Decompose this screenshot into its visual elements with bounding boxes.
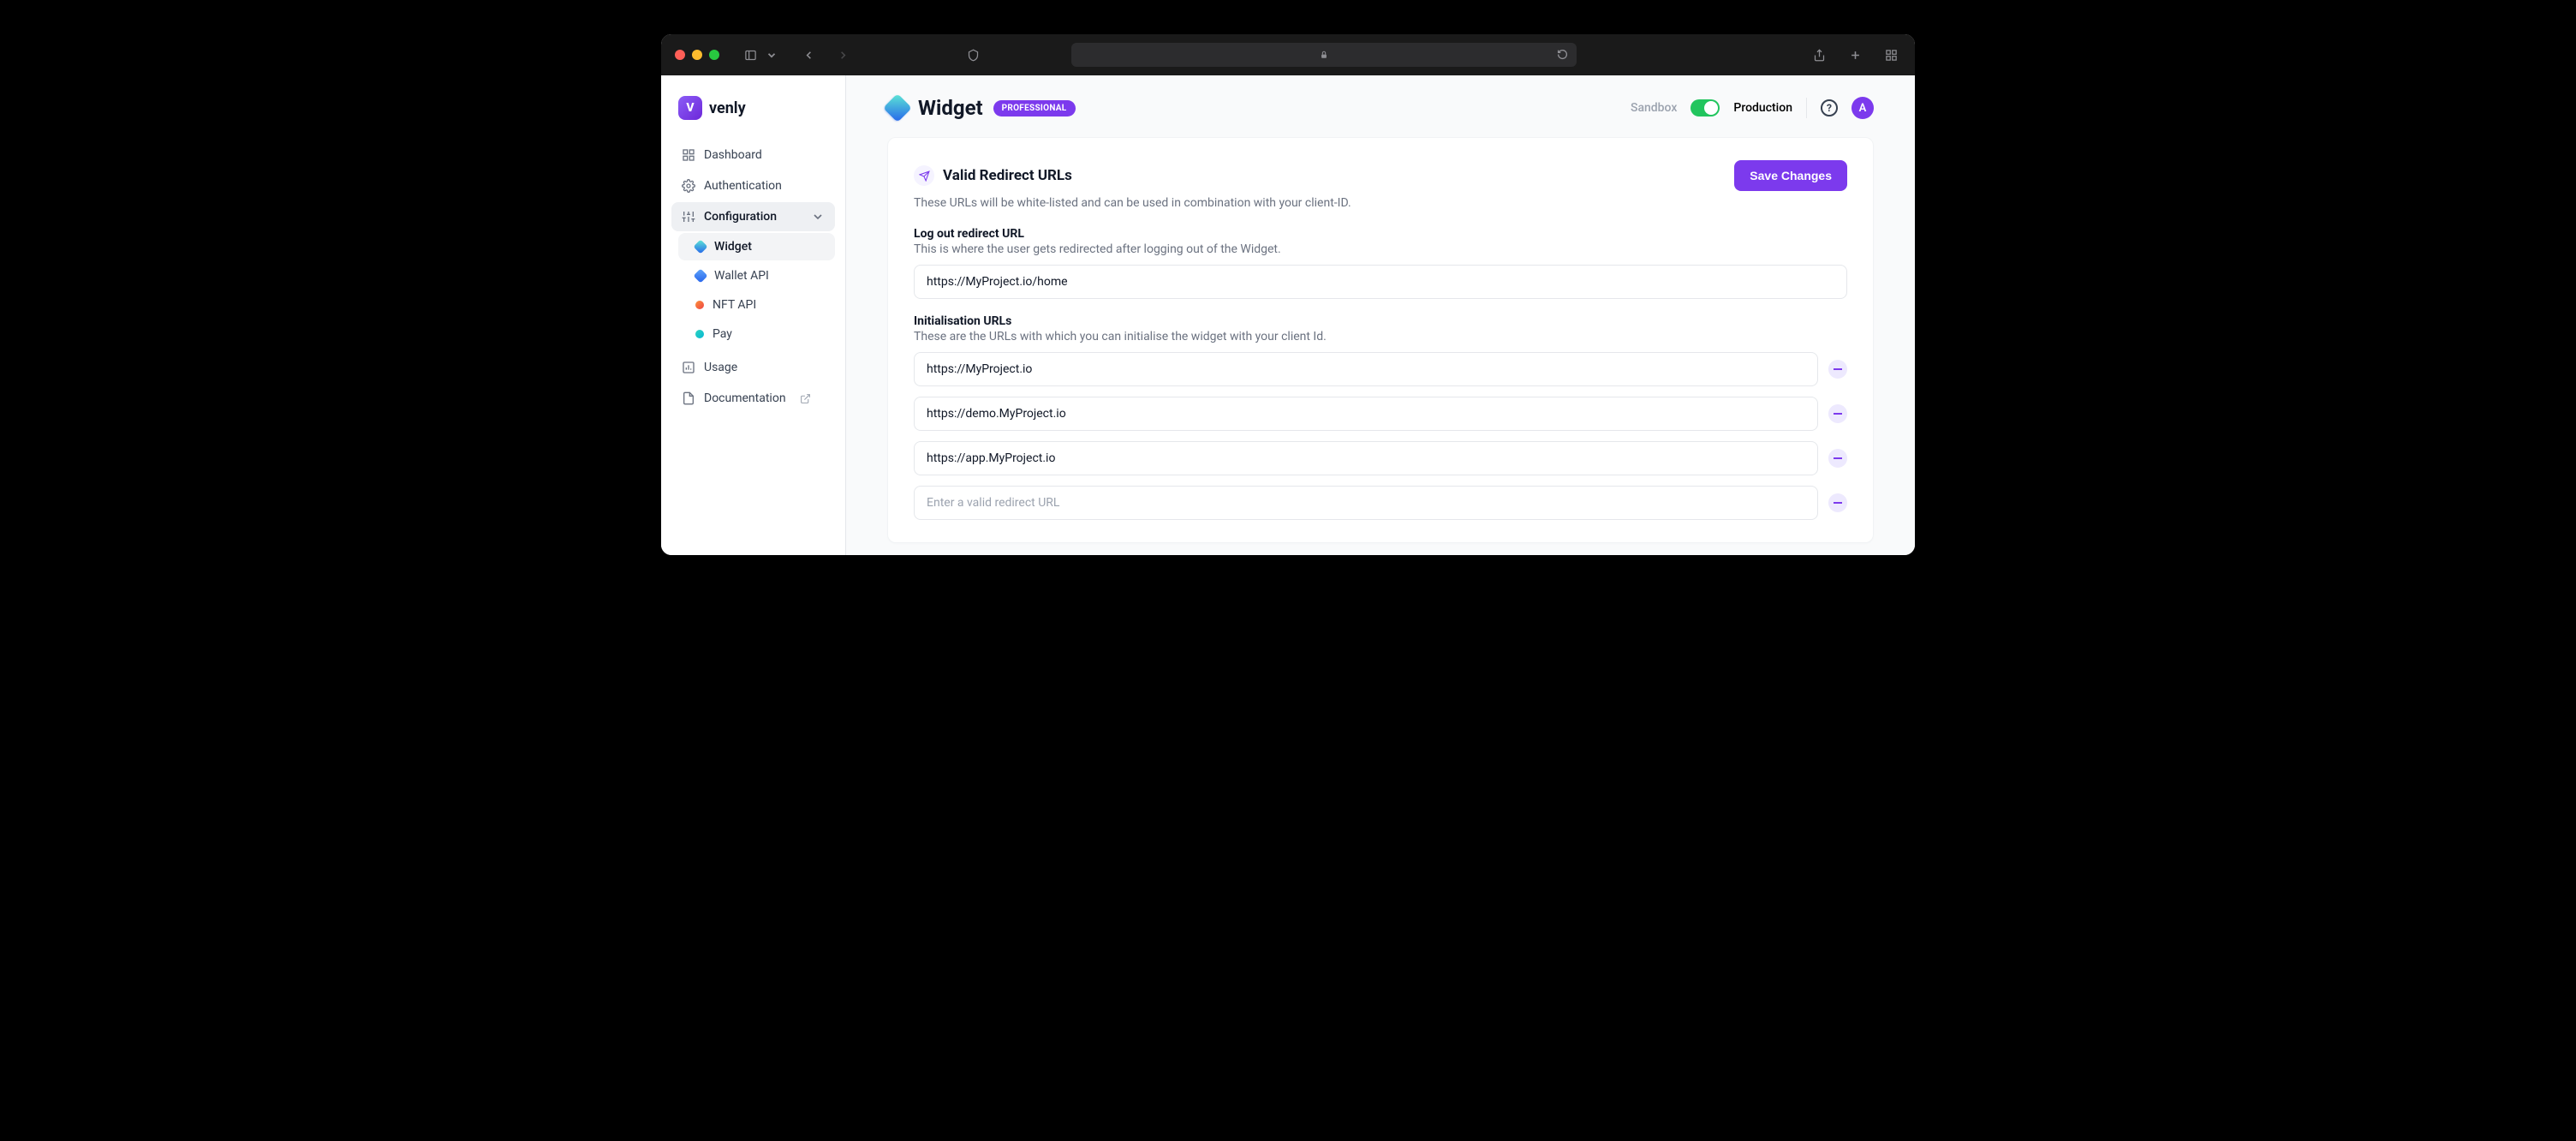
sidebar-item-configuration[interactable]: Configuration [671, 202, 835, 231]
sidebar-item-label: Configuration [704, 210, 777, 224]
pay-icon [695, 330, 704, 338]
browser-window: V venly Dashboard Authentication [661, 34, 1915, 555]
gear-icon [682, 179, 695, 193]
init-url-input-new[interactable] [914, 486, 1818, 520]
init-url-row [914, 441, 1847, 475]
init-url-input[interactable] [914, 441, 1818, 475]
field-label: Log out redirect URL [914, 227, 1847, 241]
sidebar-item-label: NFT API [713, 298, 756, 312]
sidebar-item-dashboard[interactable]: Dashboard [671, 140, 835, 170]
tier-badge: PROFESSIONAL [993, 100, 1076, 116]
sidebar: V venly Dashboard Authentication [661, 75, 846, 555]
init-url-row [914, 352, 1847, 386]
sidebar-toggle-icon[interactable] [740, 45, 760, 65]
document-icon [682, 391, 695, 405]
save-changes-button[interactable]: Save Changes [1734, 160, 1847, 191]
shield-icon[interactable] [963, 45, 983, 65]
field-help-text: This is where the user gets redirected a… [914, 242, 1847, 256]
environment-toggle[interactable] [1690, 99, 1720, 116]
main-content: Widget PROFESSIONAL Sandbox Production ?… [846, 75, 1915, 555]
remove-url-button[interactable] [1828, 360, 1847, 379]
env-label-sandbox: Sandbox [1631, 101, 1677, 115]
new-tab-icon[interactable] [1845, 45, 1865, 65]
sidebar-item-label: Widget [714, 240, 752, 254]
sidebar-item-label: Pay [713, 327, 732, 341]
logo-mark: V [678, 96, 702, 120]
maximize-window-button[interactable] [709, 50, 719, 60]
sidebar-item-usage[interactable]: Usage [671, 353, 835, 382]
lock-icon [1320, 47, 1328, 63]
sidebar-subitem-wallet-api[interactable]: Wallet API [678, 262, 835, 290]
remove-url-button[interactable] [1828, 449, 1847, 468]
remove-url-button[interactable] [1828, 493, 1847, 512]
chevron-down-icon [811, 210, 825, 224]
forward-button[interactable] [832, 45, 853, 65]
sidebar-subitem-pay[interactable]: Pay [678, 320, 835, 348]
send-icon [914, 165, 934, 186]
traffic-lights [675, 50, 719, 60]
logo-text: venly [709, 99, 746, 117]
card-title-text: Valid Redirect URLs [943, 167, 1072, 184]
divider [1806, 98, 1807, 118]
init-urls-section: Initialisation URLs These are the URLs w… [914, 314, 1847, 520]
external-link-icon [800, 393, 811, 404]
sidebar-subitem-nft-api[interactable]: NFT API [678, 291, 835, 319]
logout-url-input[interactable] [914, 265, 1847, 299]
address-bar[interactable] [1071, 43, 1577, 67]
minimize-window-button[interactable] [692, 50, 702, 60]
grid-icon [682, 148, 695, 162]
back-button[interactable] [798, 45, 819, 65]
chart-icon [682, 361, 695, 374]
page-header: Widget PROFESSIONAL Sandbox Production ?… [846, 75, 1915, 137]
sliders-icon [682, 210, 695, 224]
page-title: Widget [918, 96, 983, 120]
field-help-text: These are the URLs with which you can in… [914, 330, 1847, 343]
env-label-production: Production [1733, 101, 1792, 115]
sidebar-subitem-widget[interactable]: Widget [678, 233, 835, 260]
subnav: Widget Wallet API NFT API Pay [678, 233, 835, 348]
redirect-urls-card: Valid Redirect URLs Save Changes These U… [887, 137, 1874, 543]
sidebar-item-label: Authentication [704, 179, 782, 193]
tab-overview-icon[interactable] [1881, 45, 1901, 65]
field-label: Initialisation URLs [914, 314, 1847, 328]
reload-icon[interactable] [1557, 47, 1568, 63]
init-url-row [914, 486, 1847, 520]
sidebar-item-authentication[interactable]: Authentication [671, 171, 835, 200]
titlebar [661, 34, 1915, 75]
sidebar-item-label: Documentation [704, 391, 786, 405]
widget-app-icon [883, 93, 912, 122]
logout-url-section: Log out redirect URL This is where the u… [914, 227, 1847, 299]
card-subtitle: These URLs will be white-listed and can … [914, 196, 1847, 210]
widget-icon [694, 240, 708, 254]
init-url-row [914, 397, 1847, 431]
help-button[interactable]: ? [1821, 99, 1838, 116]
close-window-button[interactable] [675, 50, 685, 60]
wallet-api-icon [694, 269, 708, 284]
init-url-input[interactable] [914, 397, 1818, 431]
sidebar-item-label: Dashboard [704, 148, 762, 162]
logo[interactable]: V venly [671, 96, 835, 140]
sidebar-item-label: Wallet API [714, 269, 769, 283]
nft-api-icon [695, 301, 704, 309]
remove-url-button[interactable] [1828, 404, 1847, 423]
share-icon[interactable] [1809, 45, 1829, 65]
init-url-input[interactable] [914, 352, 1818, 386]
sidebar-item-documentation[interactable]: Documentation [671, 384, 835, 413]
avatar[interactable]: A [1852, 97, 1874, 119]
chevron-down-icon[interactable] [766, 45, 778, 65]
sidebar-item-label: Usage [704, 361, 737, 374]
